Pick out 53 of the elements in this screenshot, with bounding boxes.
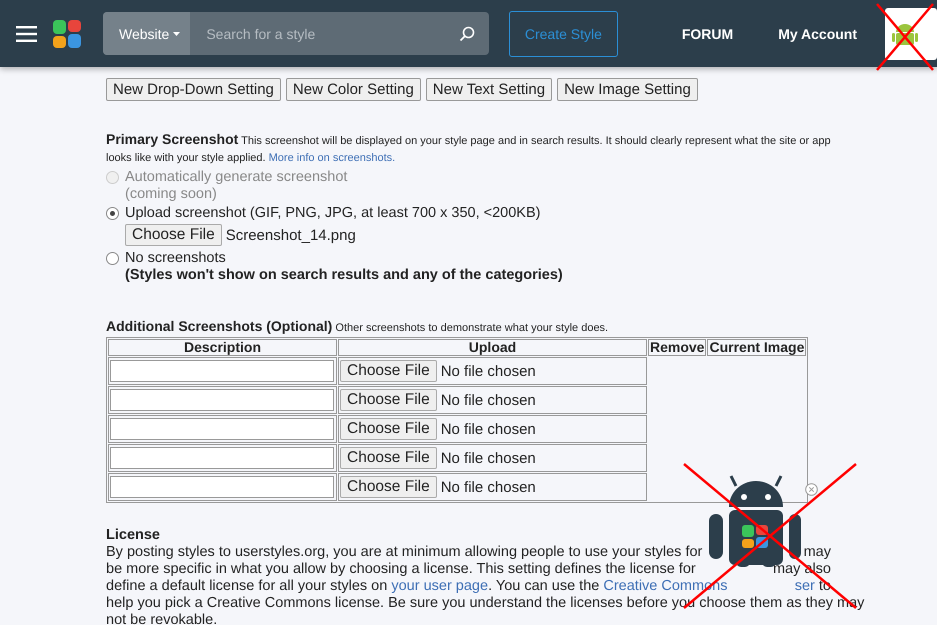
logo-icon[interactable]: [53, 20, 81, 48]
column-header: Upload: [338, 339, 647, 356]
nav-link[interactable]: My Account: [778, 26, 858, 42]
caret-icon: [173, 32, 180, 36]
option-label: Automatically generate screenshot: [125, 169, 348, 186]
column-header: Description: [108, 339, 337, 356]
license-text: be more specific in what you allow by choosing a license. This setting defines the license for: [106, 561, 696, 578]
file-name: Screenshot_14.png: [226, 226, 356, 244]
option-note: (coming soon): [125, 186, 218, 203]
description-field[interactable]: [110, 360, 334, 382]
new-setting-button[interactable]: New Color Setting: [286, 78, 421, 101]
radio-button[interactable]: [106, 207, 119, 220]
robot-icon: [892, 24, 918, 44]
license-title: License: [106, 527, 160, 543]
description-field[interactable]: [110, 447, 334, 469]
radio-button[interactable]: [106, 252, 119, 265]
file-status: No file chosen: [440, 478, 536, 496]
search-icon[interactable]: [458, 26, 475, 42]
license-text: not be revokable.: [106, 612, 218, 625]
description-field[interactable]: [110, 418, 334, 440]
info-link[interactable]: More info on screenshots.: [268, 152, 396, 164]
new-setting-button[interactable]: New Drop-Down Setting: [106, 78, 281, 101]
additional-screenshots-text: Additional Screenshots (Optional) Other screenshots to demonstrate what your style does.: [106, 318, 610, 336]
category-dropdown[interactable]: Website: [103, 12, 190, 55]
choose-file-button[interactable]: Choose File: [340, 360, 437, 382]
column-header: Remove: [648, 339, 706, 356]
choose-file-button[interactable]: Choose File: [340, 389, 437, 411]
license-text: may: [804, 544, 831, 561]
option-label: Upload screenshot (GIF, PNG, JPG, at least 700 x 350, <200KB): [125, 205, 540, 222]
column-header: Current Image: [707, 339, 806, 356]
menu-icon[interactable]: [16, 26, 37, 42]
file-status: No file chosen: [440, 392, 536, 408]
license-link[interactable]: ser: [794, 578, 815, 594]
choose-file-button[interactable]: Choose File: [125, 224, 222, 246]
option-note: (Styles won't show on search results and any of the categories): [125, 267, 563, 284]
description-field[interactable]: [110, 476, 334, 498]
file-status: No file chosen: [440, 450, 536, 466]
choose-file-button[interactable]: Choose File: [340, 447, 437, 469]
file-status: No file chosen: [440, 420, 536, 438]
option-label: No screenshots: [125, 250, 227, 267]
file-status: No file chosen: [440, 362, 536, 380]
close-icon[interactable]: [805, 483, 818, 496]
nav-link[interactable]: FORUM: [682, 26, 734, 42]
license-text: By posting styles to userstyles.org, you are at minimum allowing people to use your styles for: [106, 544, 702, 561]
primary-screenshot-text: Primary Screenshot This screenshot will be displayed on your style page and in search results. It should clearly represent what the site or app looks like with your style applied. More info on screenshots.: [106, 131, 832, 166]
description-field[interactable]: [110, 389, 334, 411]
new-setting-button[interactable]: New Text Setting: [426, 78, 552, 101]
choose-file-button[interactable]: Choose File: [340, 418, 437, 440]
choose-file-button[interactable]: Choose File: [340, 476, 437, 498]
new-setting-button[interactable]: New Image Setting: [557, 78, 698, 101]
search-field[interactable]: Website Search for a style: [103, 12, 489, 55]
cross-mark-icon: [876, 2, 934, 72]
license-link[interactable]: your user page: [391, 578, 488, 594]
